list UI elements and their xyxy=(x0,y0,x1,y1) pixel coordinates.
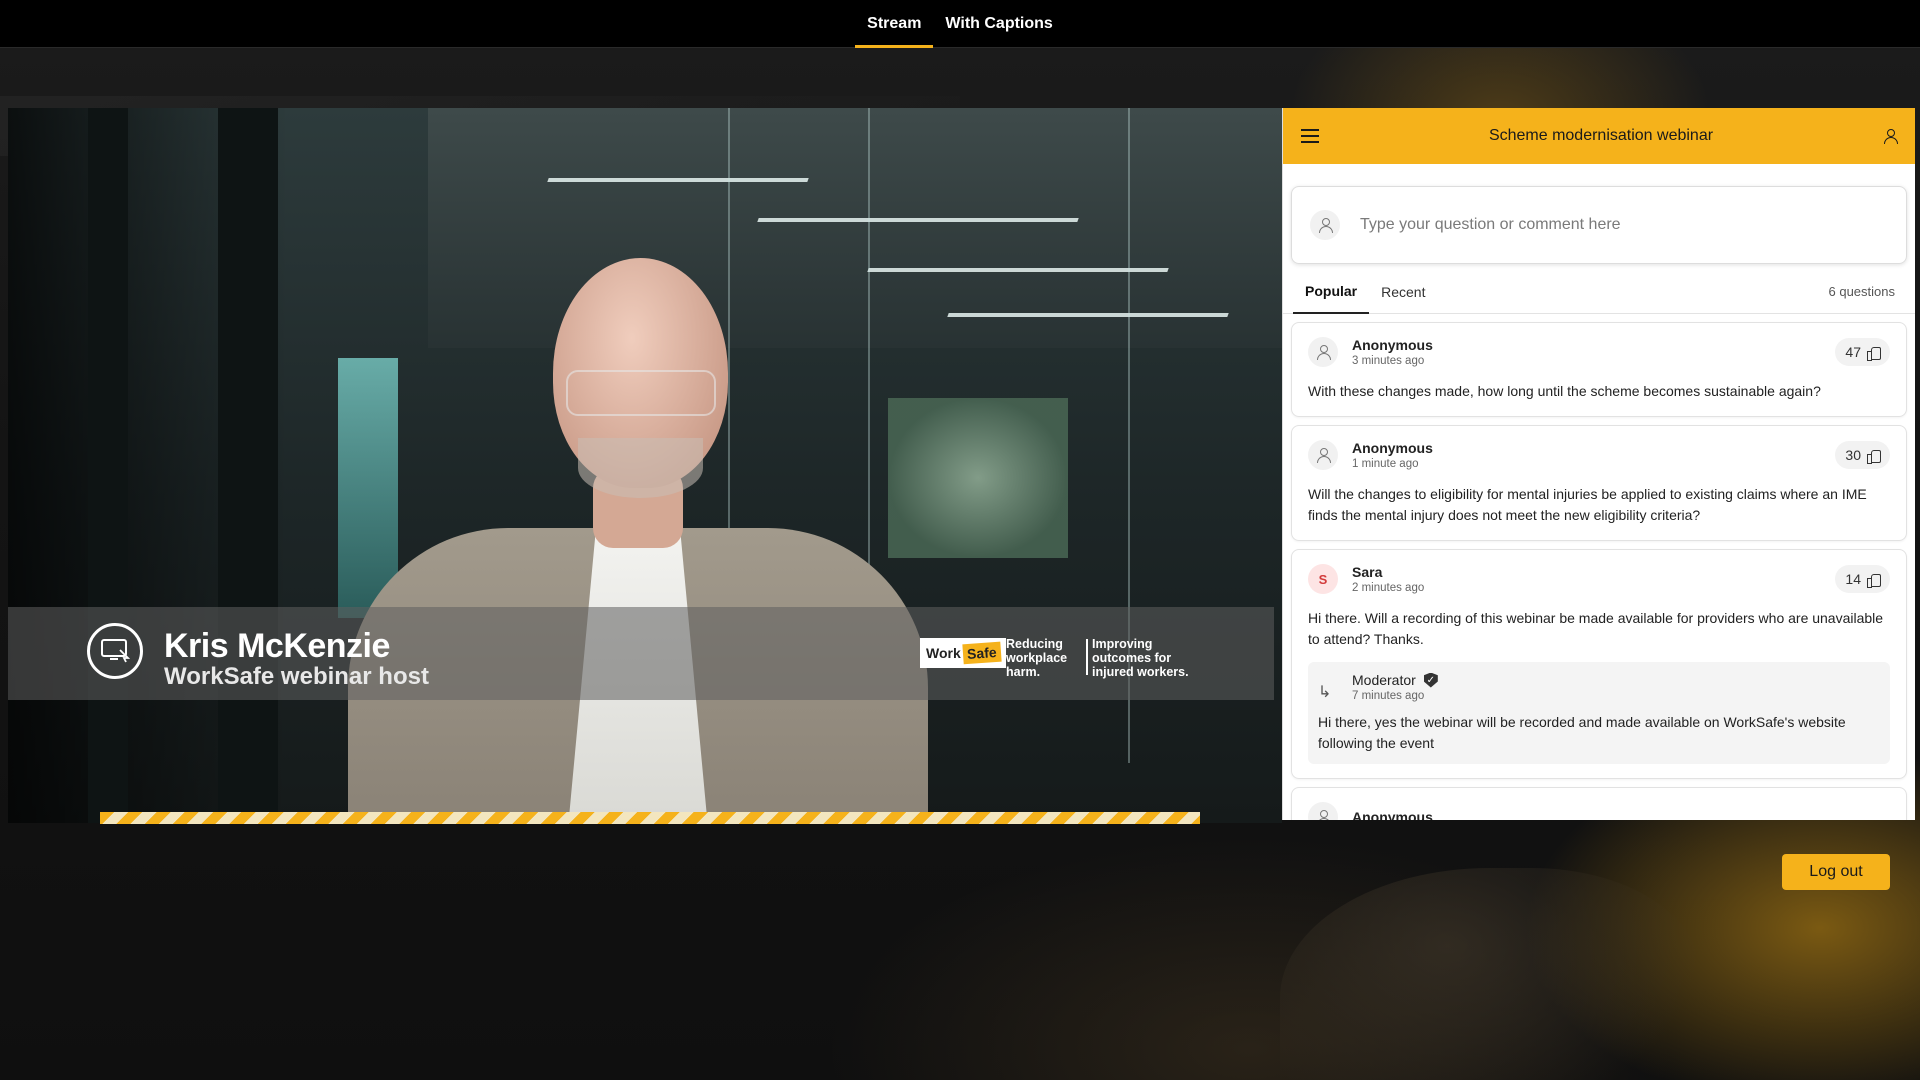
avatar xyxy=(1310,210,1340,240)
webinar-logo-icon xyxy=(87,623,143,679)
question-author: Anonymous xyxy=(1352,440,1433,456)
ceiling-light xyxy=(547,178,809,182)
avatar: S xyxy=(1308,564,1338,594)
upvote-button[interactable]: 14 xyxy=(1835,565,1890,593)
tab-popular[interactable]: Popular xyxy=(1293,270,1370,314)
question-time: 1 minute ago xyxy=(1352,458,1419,470)
question-text: Hi there. Will a recording of this webin… xyxy=(1308,610,1884,647)
question-text: With these changes made, how long until … xyxy=(1308,383,1821,399)
reply-text: Hi there, yes the webinar will be record… xyxy=(1318,714,1846,751)
upvote-button[interactable]: 47 xyxy=(1835,338,1890,366)
user-icon xyxy=(1316,448,1331,463)
tagline-improving-outcomes: Improving outcomes for injured workers. xyxy=(1092,637,1189,679)
qa-header: Scheme modernisation webinar xyxy=(1283,108,1915,164)
hazard-stripe-bar xyxy=(100,812,1200,824)
background-blur xyxy=(1280,868,1700,1080)
question-input[interactable] xyxy=(1360,216,1888,234)
upvote-count: 30 xyxy=(1845,447,1861,463)
question-time: 2 minutes ago xyxy=(1352,582,1425,594)
avatar xyxy=(1308,440,1338,470)
user-icon xyxy=(1316,345,1331,360)
thumbs-up-icon xyxy=(1867,346,1881,361)
tab-recent[interactable]: Recent xyxy=(1369,270,1437,314)
presenter-glasses xyxy=(566,370,716,416)
tagline-divider xyxy=(1086,639,1088,675)
presenter-beard xyxy=(578,438,703,498)
logout-button[interactable]: Log out xyxy=(1782,854,1890,890)
upvote-button[interactable]: 30 xyxy=(1835,441,1890,469)
qa-panel: Scheme modernisation webinar Popular Rec… xyxy=(1282,108,1915,820)
window xyxy=(888,398,1068,558)
presenter-name: Kris McKenzie xyxy=(164,627,390,665)
question-card: Anonymous 1 minute ago 30 Will the chang… xyxy=(1291,425,1907,541)
question-author: Sara xyxy=(1352,564,1383,580)
upvote-count: 14 xyxy=(1845,571,1861,587)
pillar xyxy=(218,108,278,823)
avatar xyxy=(1308,802,1338,820)
reply-author: Moderator xyxy=(1352,672,1416,688)
tab-with-captions[interactable]: With Captions xyxy=(933,0,1064,48)
video-player[interactable] xyxy=(8,108,1282,823)
question-time: 3 minutes ago xyxy=(1352,355,1425,367)
thumbs-up-icon xyxy=(1867,573,1881,588)
upvote-count: 47 xyxy=(1845,344,1861,360)
pillar xyxy=(88,108,128,823)
top-nav: Stream With Captions xyxy=(0,0,1920,48)
verified-badge-icon: ✓ xyxy=(1423,672,1438,688)
question-card: Anonymous xyxy=(1291,787,1907,820)
reply-arrow-icon: ↳ xyxy=(1318,684,1332,701)
worksafe-logo: Work Safe xyxy=(920,638,1007,668)
moderator-reply: ↳ Moderator ✓ 7 minutes ago Hi there, ye… xyxy=(1308,662,1890,764)
office-ceiling xyxy=(428,108,1282,348)
ceiling-light xyxy=(757,218,1079,222)
ceiling-light xyxy=(947,313,1229,317)
user-icon[interactable] xyxy=(1883,129,1898,144)
qa-title: Scheme modernisation webinar xyxy=(1488,127,1714,144)
question-count: 6 questions xyxy=(1828,284,1896,299)
avatar xyxy=(1308,337,1338,367)
user-icon xyxy=(1316,810,1331,820)
logo-text-safe: Safe xyxy=(962,641,1001,665)
tab-stream[interactable]: Stream xyxy=(855,0,934,48)
logo-text-work: Work xyxy=(926,645,961,661)
reply-time: 7 minutes ago xyxy=(1352,690,1425,702)
question-author: Anonymous xyxy=(1352,809,1433,820)
qa-tabs: Popular Recent 6 questions xyxy=(1283,270,1915,314)
user-icon xyxy=(1318,218,1333,233)
hamburger-icon[interactable] xyxy=(1301,129,1319,143)
presenter-role: WorkSafe webinar host xyxy=(164,663,429,690)
question-card: Anonymous 3 minutes ago 47 With these ch… xyxy=(1291,322,1907,417)
question-author: Anonymous xyxy=(1352,337,1433,353)
thumbs-up-icon xyxy=(1867,449,1881,464)
question-text: Will the changes to eligibility for ment… xyxy=(1308,486,1867,523)
tagline-reducing-harm: Reducing workplace harm. xyxy=(1006,637,1068,679)
ceiling-light xyxy=(867,268,1169,272)
question-card: S Sara 2 minutes ago 14 Hi there. Will a… xyxy=(1291,549,1907,779)
question-composer[interactable] xyxy=(1291,186,1907,264)
